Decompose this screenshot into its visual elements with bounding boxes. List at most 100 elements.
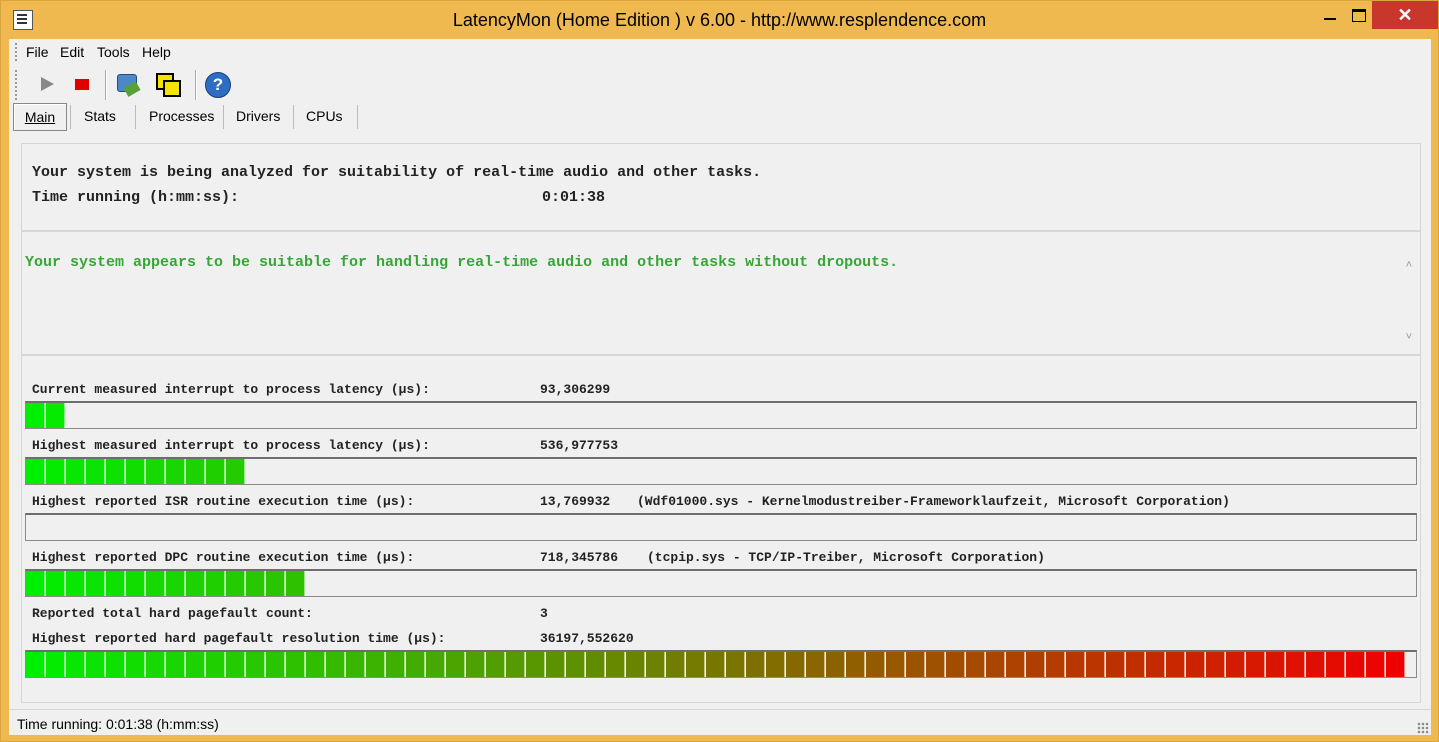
bar-segment xyxy=(286,571,305,596)
tab-divider xyxy=(223,105,224,129)
tab-processes-label: Processes xyxy=(149,108,215,124)
bar-segment xyxy=(1246,652,1265,677)
help-glyph: ? xyxy=(205,72,231,98)
bar-segment xyxy=(1186,652,1205,677)
bar-segment xyxy=(1386,652,1405,677)
help-icon[interactable]: ? xyxy=(203,70,231,98)
bar-segment xyxy=(226,652,245,677)
bar-segment xyxy=(1046,652,1065,677)
result-scrollbar[interactable]: ˄ ˅ xyxy=(1399,250,1419,350)
bar-segment xyxy=(186,652,205,677)
highest-dpc-bar xyxy=(25,569,1417,597)
menu-file[interactable]: File xyxy=(26,44,49,60)
bar-segment xyxy=(1066,652,1085,677)
bar-segment xyxy=(246,652,265,677)
analysis-panel: Your system is being analyzed for suitab… xyxy=(21,143,1421,231)
close-button[interactable]: ✕ xyxy=(1372,1,1438,29)
bar-segment xyxy=(1346,652,1365,677)
bar-segment xyxy=(106,571,125,596)
bar-segment xyxy=(166,571,185,596)
bar-segment xyxy=(566,652,585,677)
analyzing-text: Your system is being analyzed for suitab… xyxy=(32,164,762,181)
highest-latency-bar xyxy=(25,457,1417,485)
tab-main[interactable]: Main xyxy=(13,103,67,131)
play-icon[interactable] xyxy=(33,70,61,98)
bar-segment xyxy=(86,652,105,677)
bar-segment xyxy=(206,571,225,596)
time-running-value: 0:01:38 xyxy=(542,189,606,206)
bar-segment xyxy=(826,652,845,677)
bar-segment xyxy=(506,652,525,677)
bar-segment xyxy=(846,652,865,677)
bar-segment xyxy=(26,652,45,677)
bar-segment xyxy=(66,459,85,484)
bar-segment xyxy=(1266,652,1285,677)
pagefault-time-label: Highest reported hard pagefault resoluti… xyxy=(32,631,446,646)
pagefault-count-value: 3 xyxy=(540,606,548,621)
bar-segment xyxy=(986,652,1005,677)
bar-segment xyxy=(126,459,145,484)
menu-grip[interactable] xyxy=(15,43,19,61)
bar-segment xyxy=(1286,652,1305,677)
current-latency-value: 93,306299 xyxy=(540,382,611,397)
bar-segment xyxy=(126,652,145,677)
bar-segment xyxy=(1306,652,1325,677)
tab-bar: Main Stats Processes Drivers CPUs xyxy=(9,103,1431,131)
bar-segment xyxy=(386,652,405,677)
menu-tools[interactable]: Tools xyxy=(97,44,130,60)
bar-segment xyxy=(126,571,145,596)
bar-segment xyxy=(326,652,345,677)
minimize-button[interactable] xyxy=(1306,1,1352,29)
bar-segment xyxy=(406,652,425,677)
bar-segment xyxy=(886,652,905,677)
bar-segment xyxy=(1006,652,1025,677)
bar-segment xyxy=(206,459,225,484)
menu-help[interactable]: Help xyxy=(142,44,171,60)
scroll-up-icon[interactable]: ˄ xyxy=(1403,260,1415,271)
bar-segment xyxy=(766,652,785,677)
tab-main-label: Main xyxy=(24,109,56,125)
pagefault-time-bar xyxy=(25,650,1417,678)
menu-edit[interactable]: Edit xyxy=(60,44,84,60)
bar-segment xyxy=(306,652,325,677)
resize-grip-icon[interactable] xyxy=(1417,722,1429,734)
current-latency-bar xyxy=(25,401,1417,429)
scroll-down-icon[interactable]: ˅ xyxy=(1403,332,1415,343)
bar-segment xyxy=(726,652,745,677)
bar-segment xyxy=(446,652,465,677)
bar-segment xyxy=(426,652,445,677)
toolbar-grip[interactable] xyxy=(15,70,19,100)
tab-stats[interactable]: Stats xyxy=(84,103,116,129)
time-running-label: Time running (h:mm:ss): xyxy=(32,189,240,206)
bar-segment xyxy=(786,652,805,677)
tab-cpus[interactable]: CPUs xyxy=(306,103,343,129)
bar-segment xyxy=(186,459,205,484)
result-panel[interactable]: Your system appears to be suitable for h… xyxy=(21,231,1421,355)
tab-divider xyxy=(293,105,294,129)
stop-icon[interactable] xyxy=(69,70,97,98)
bar-segment xyxy=(166,459,185,484)
bar-segment xyxy=(1166,652,1185,677)
bar-segment xyxy=(366,652,385,677)
current-latency-label: Current measured interrupt to process la… xyxy=(32,382,430,397)
windows-icon[interactable] xyxy=(153,70,181,98)
tab-processes[interactable]: Processes xyxy=(149,103,214,129)
tab-divider xyxy=(357,105,358,129)
bar-segment xyxy=(206,652,225,677)
highest-isr-label: Highest reported ISR routine execution t… xyxy=(32,494,415,509)
bar-segment xyxy=(46,571,65,596)
bar-segment xyxy=(226,571,245,596)
title-bar[interactable]: LatencyMon (Home Edition ) v 6.00 - http… xyxy=(1,1,1438,39)
bar-segment xyxy=(666,652,685,677)
toolbar-divider xyxy=(105,70,107,100)
bar-segment xyxy=(346,652,365,677)
bar-segment xyxy=(966,652,985,677)
bar-segment xyxy=(66,571,85,596)
bar-segment xyxy=(866,652,885,677)
app-window: LatencyMon (Home Edition ) v 6.00 - http… xyxy=(0,0,1439,742)
bar-segment xyxy=(186,571,205,596)
bar-segment xyxy=(86,571,105,596)
drivers-icon[interactable] xyxy=(113,70,141,98)
tab-drivers[interactable]: Drivers xyxy=(236,103,280,129)
bar-segment xyxy=(586,652,605,677)
